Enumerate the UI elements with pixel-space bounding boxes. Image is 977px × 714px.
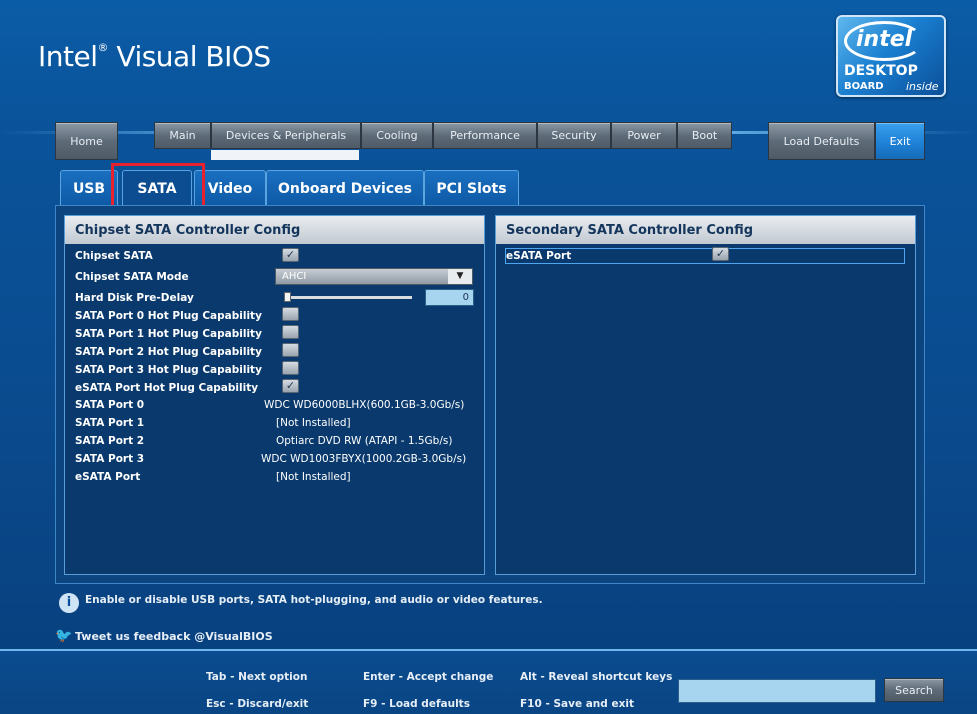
tab-boot[interactable]: Boot	[677, 122, 732, 149]
panel-title: Secondary SATA Controller Config	[496, 216, 915, 244]
subtab-pci-slots[interactable]: PCI Slots	[424, 170, 519, 206]
row-value: [Not Installed]	[276, 471, 351, 483]
search-input[interactable]	[678, 679, 876, 703]
esata-hotplug-checkbox[interactable]: ✓	[282, 379, 299, 393]
secondary-sata-panel: Secondary SATA Controller Config	[495, 215, 916, 575]
row-label: eSATA Port	[75, 471, 141, 483]
shortcut-hint: Enter - Accept change	[363, 671, 494, 683]
row-value: [Not Installed]	[276, 417, 351, 429]
intel-desktop-board-logo: intel DESKTOP BOARD inside	[836, 15, 946, 97]
pre-delay-slider-handle[interactable]	[284, 292, 291, 302]
row-label: SATA Port 3	[75, 453, 145, 465]
chipset-sata-checkbox[interactable]: ✓	[282, 248, 299, 262]
esata-port-checkbox[interactable]: ✓	[712, 247, 729, 261]
active-tab-indicator	[211, 150, 359, 160]
port0-hotplug-checkbox[interactable]	[282, 307, 299, 321]
logo-line1: DESKTOP	[844, 63, 918, 79]
row-label: SATA Port 2 Hot Plug Capability	[75, 346, 262, 358]
row-label: Hard Disk Pre-Delay	[75, 292, 194, 304]
pre-delay-input[interactable]: 0	[425, 289, 474, 306]
port2-hotplug-checkbox[interactable]	[282, 343, 299, 357]
subtab-onboard-devices[interactable]: Onboard Devices	[266, 170, 424, 206]
app-title: Intel® Visual BIOS	[38, 40, 271, 73]
tab-security[interactable]: Security	[537, 122, 611, 149]
row-label: SATA Port 1	[75, 417, 145, 429]
row-label: SATA Port 0	[75, 399, 145, 411]
info-icon: i	[59, 593, 79, 613]
shortcut-hint: F10 - Save and exit	[520, 698, 634, 710]
twitter-icon[interactable]: 🐦	[55, 628, 73, 644]
row-label: SATA Port 2	[75, 435, 145, 447]
shortcut-hint: F9 - Load defaults	[363, 698, 470, 710]
row-label: Chipset SATA Mode	[75, 271, 189, 283]
row-value: WDC WD1003FBYX(1000.2GB-3.0Gb/s)	[261, 453, 467, 465]
pre-delay-slider-track[interactable]	[284, 296, 412, 299]
port3-hotplug-checkbox[interactable]	[282, 361, 299, 375]
exit-button[interactable]: Exit	[875, 122, 925, 160]
shortcut-hint: Esc - Discard/exit	[206, 698, 309, 710]
row-label: eSATA Port Hot Plug Capability	[75, 382, 259, 394]
shortcut-hint: Alt - Reveal shortcut keys	[520, 671, 673, 683]
home-button[interactable]: Home	[55, 122, 118, 160]
tab-devices-peripherals[interactable]: Devices & Peripherals	[211, 122, 361, 149]
row-label: SATA Port 1 Hot Plug Capability	[75, 328, 262, 340]
row-label: Chipset SATA	[75, 250, 153, 262]
row-label: SATA Port 3 Hot Plug Capability	[75, 364, 262, 376]
row-value: WDC WD6000BLHX(600.1GB-3.0Gb/s)	[264, 399, 465, 411]
load-defaults-button[interactable]: Load Defaults	[768, 122, 875, 160]
tab-main[interactable]: Main	[154, 122, 211, 149]
chipset-sata-mode-select[interactable]: AHCI ▼	[275, 268, 473, 285]
logo-line3: inside	[906, 80, 939, 93]
chevron-down-icon[interactable]: ▼	[448, 269, 472, 284]
panel-title: Chipset SATA Controller Config	[65, 216, 484, 244]
logo-brand: intel	[856, 27, 913, 52]
subtab-usb[interactable]: USB	[60, 170, 118, 206]
search-button[interactable]: Search	[884, 678, 944, 702]
select-value: AHCI	[282, 271, 307, 282]
row-label: eSATA Port	[506, 250, 572, 262]
info-text: Enable or disable USB ports, SATA hot-pl…	[85, 594, 543, 606]
row-label: SATA Port 0 Hot Plug Capability	[75, 310, 262, 322]
tab-power[interactable]: Power	[611, 122, 677, 149]
row-value: Optiarc DVD RW (ATAPI - 1.5Gb/s)	[276, 435, 453, 447]
tab-cooling[interactable]: Cooling	[361, 122, 433, 149]
port1-hotplug-checkbox[interactable]	[282, 325, 299, 339]
shortcut-hint: Tab - Next option	[206, 671, 308, 683]
tab-performance[interactable]: Performance	[433, 122, 537, 149]
twitter-feedback-link[interactable]: Tweet us feedback @VisualBIOS	[75, 630, 273, 643]
logo-line2: BOARD	[844, 81, 884, 92]
